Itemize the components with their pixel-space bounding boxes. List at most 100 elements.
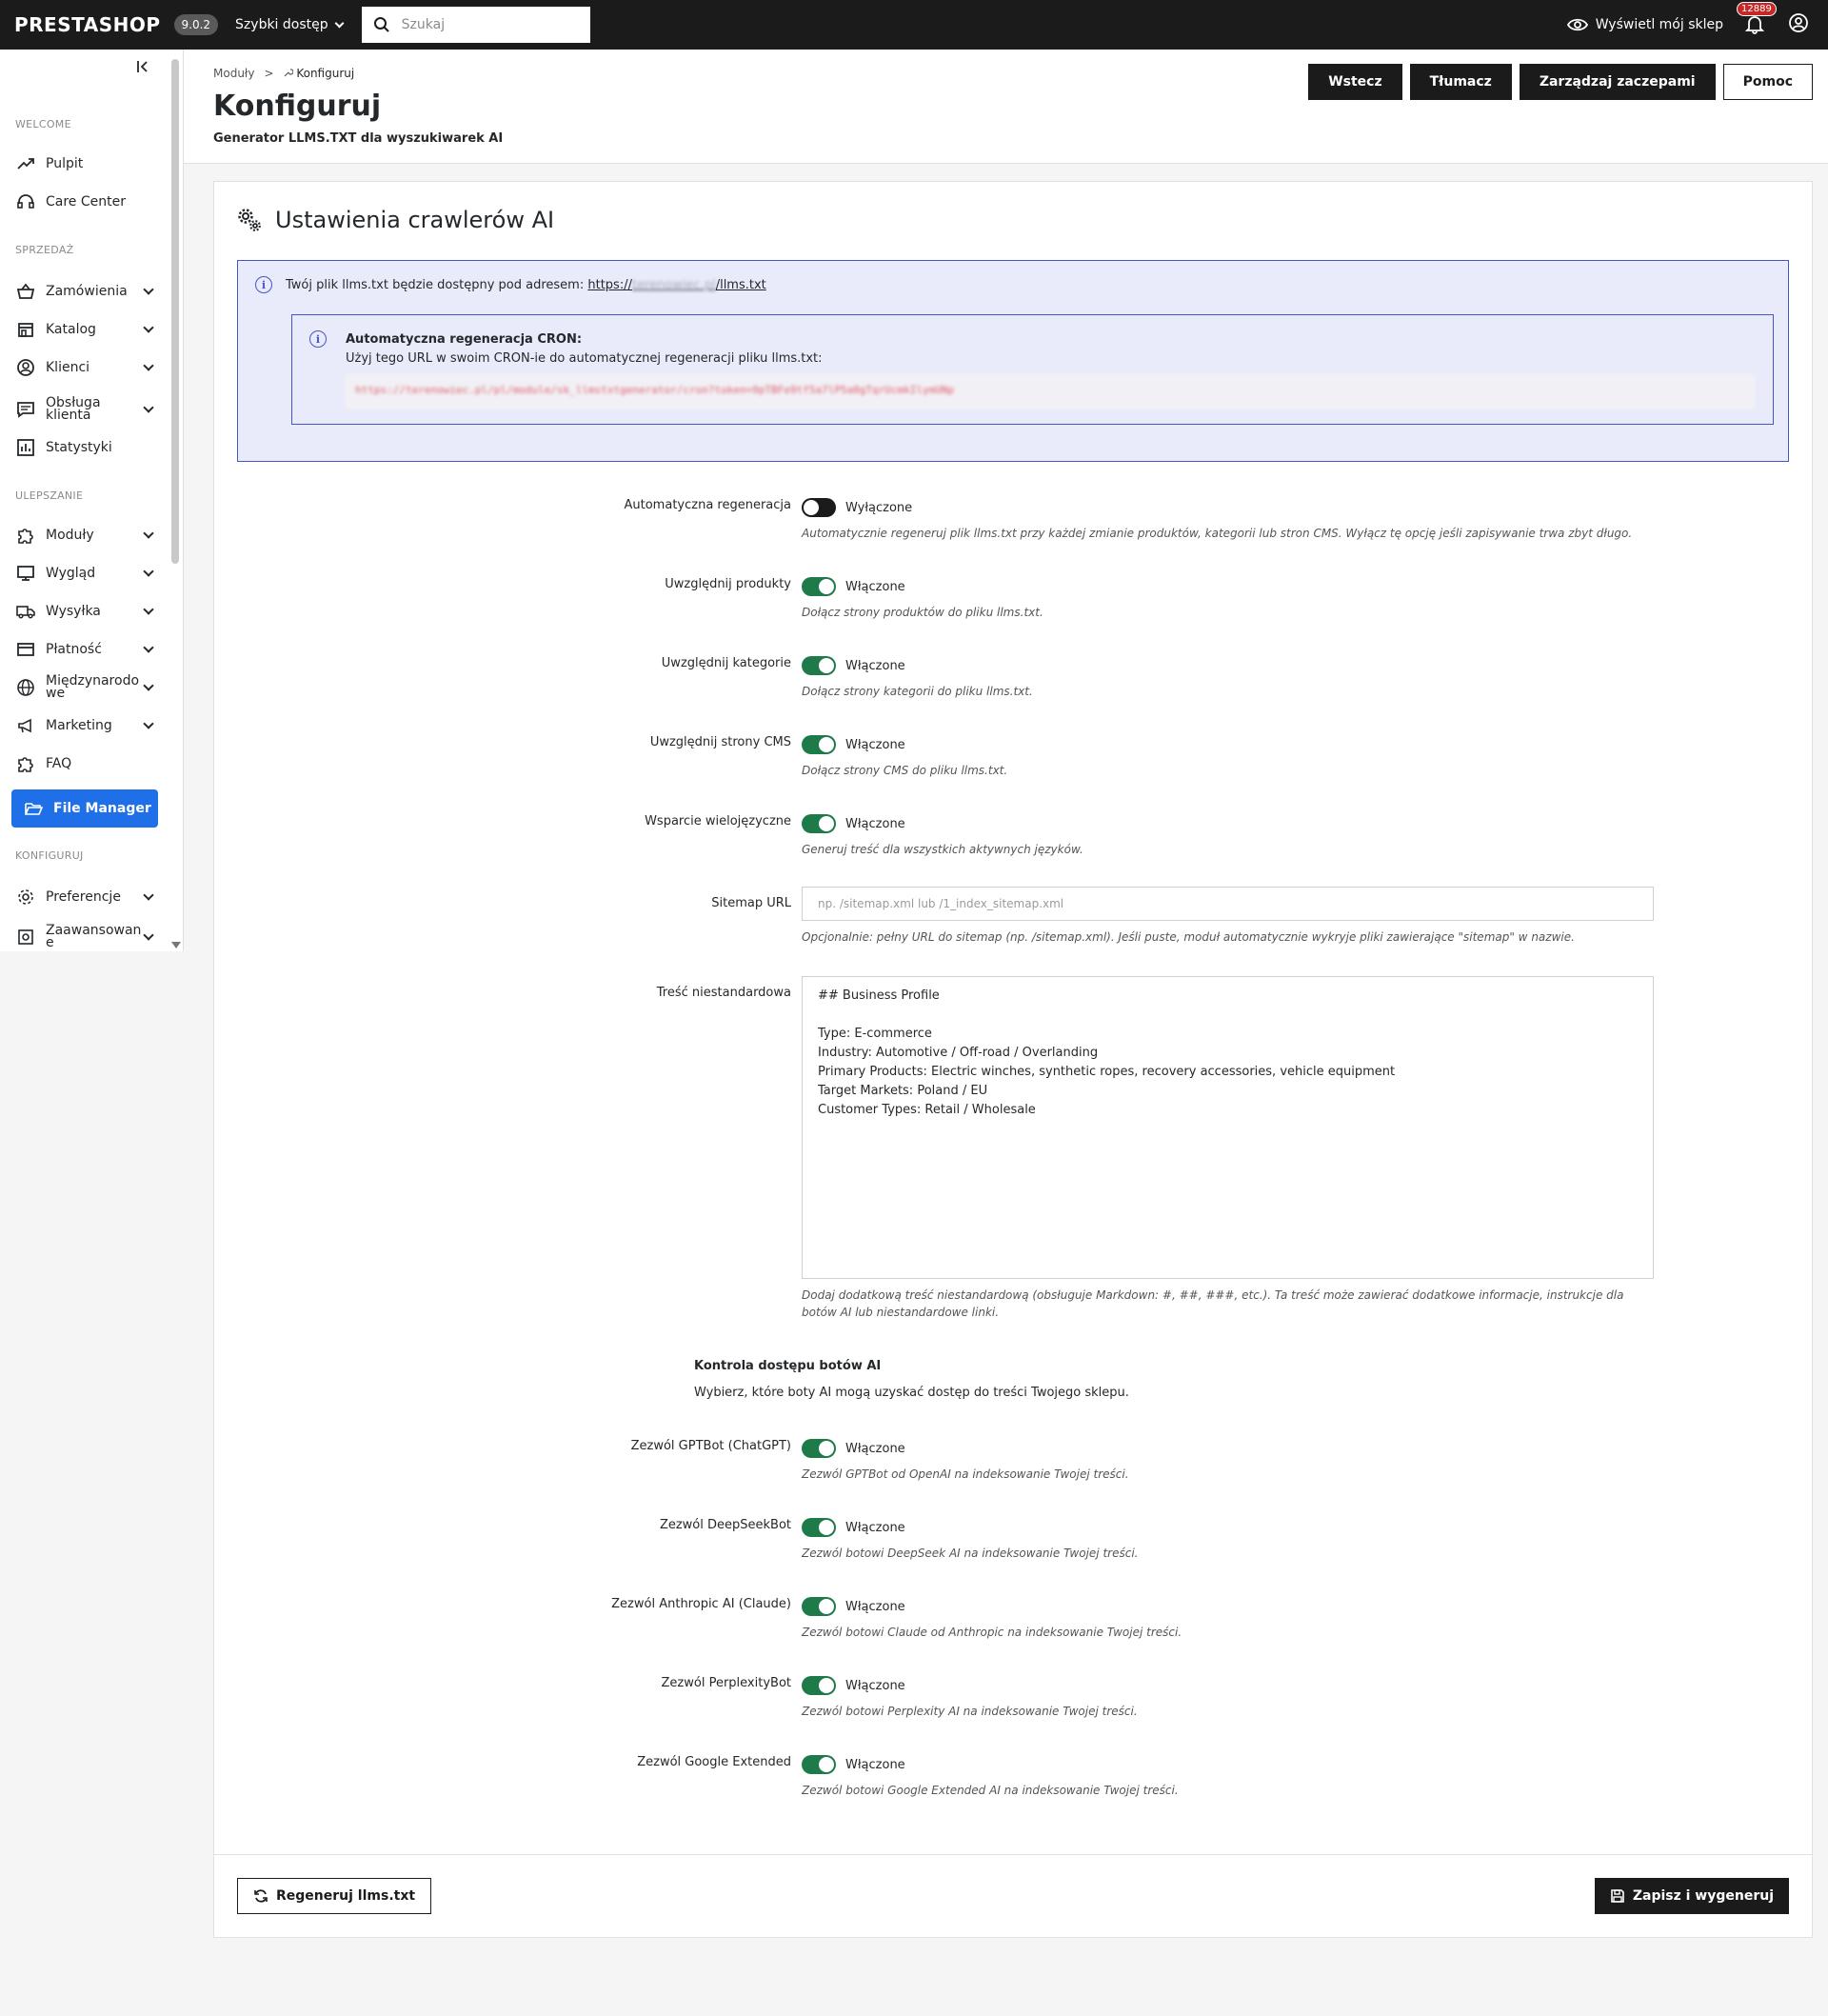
textarea-line: Customer Types: Retail / Wholesale: [818, 1103, 1036, 1117]
include-cms-toggle[interactable]: Włączone: [802, 735, 1639, 754]
folder-open-icon: [23, 798, 44, 819]
regenerate-button[interactable]: Regeneruj llms.txt: [237, 1878, 432, 1914]
field-help: Zezwól botowi Perplexity AI na indeksowa…: [802, 1705, 1138, 1718]
cron-url-code[interactable]: https://terenowiec.pl/pl/module/sk_llmst…: [346, 374, 1755, 409]
toggle-state: Wyłączone: [845, 500, 913, 515]
llms-url-link[interactable]: https://terenowiec.pl/llms.txt: [587, 278, 765, 292]
field-help: Dołącz strony CMS do pliku llms.txt.: [802, 764, 1008, 777]
sidebar-item-care-center[interactable]: Care Center: [0, 187, 169, 217]
switch-on[interactable]: [802, 1518, 836, 1537]
switch-on[interactable]: [802, 577, 836, 596]
switch-on[interactable]: [802, 1439, 836, 1458]
top-bar: PRESTASHOP 9.0.2 Szybki dostęp Szukaj Wy…: [0, 0, 1828, 50]
sidebar-item-label: File Manager: [53, 800, 151, 816]
include-products-toggle[interactable]: Włączone: [802, 577, 1639, 596]
sidebar-item-catalog[interactable]: Katalog: [0, 314, 169, 345]
globe-icon: [15, 677, 36, 698]
scroll-down-arrow[interactable]: [171, 942, 181, 948]
url-prefix: https://: [587, 277, 632, 292]
auto-regen-toggle[interactable]: Wyłączone: [802, 498, 1639, 517]
sidebar-item-customer-service[interactable]: Obsługa klienta: [0, 390, 169, 429]
header-toolbar: Wstecz Tłumacz Zarządzaj zaczepami Pomoc: [1308, 64, 1813, 100]
anthropic-toggle[interactable]: Włączone: [802, 1597, 1639, 1616]
collapse-sidebar-button[interactable]: [135, 59, 150, 74]
url-domain-hidden: terenowiec.pl: [631, 277, 716, 292]
sidebar-item-faq[interactable]: FAQ: [0, 749, 169, 779]
gear-icon: [15, 887, 36, 908]
notifications-button[interactable]: 12889: [1737, 2, 1777, 36]
chevron-down-icon: [143, 642, 154, 653]
search-box[interactable]: Szukaj: [361, 7, 590, 43]
toggle-state: Włączone: [845, 658, 905, 673]
puzzle-icon: [15, 753, 36, 774]
quick-access-dropdown[interactable]: Szybki dostęp: [235, 17, 345, 32]
back-button[interactable]: Wstecz: [1308, 64, 1402, 100]
switch-on[interactable]: [802, 1676, 836, 1695]
sidebar-item-label: Statystyki: [46, 439, 112, 455]
section-sales: SPRZEDAŻ: [15, 244, 74, 256]
textarea-line: ## Business Profile: [818, 988, 940, 1003]
sidebar-item-label: Preferencje: [46, 888, 121, 905]
sidebar-item-label: Wysyłka: [46, 603, 101, 619]
cron-title: Automatyczna regeneracja CRON:: [346, 332, 583, 347]
sidebar-item-file-manager[interactable]: File Manager: [11, 789, 158, 828]
eye-icon: [1566, 18, 1588, 31]
field-label: Zezwól PerplexityBot: [661, 1676, 791, 1690]
switch-on[interactable]: [802, 735, 836, 754]
google-extended-toggle[interactable]: Włączone: [802, 1755, 1639, 1774]
save-generate-button[interactable]: Zapisz i wygeneruj: [1594, 1878, 1789, 1914]
field-help: Dodaj dodatkową treść niestandardową (ob…: [802, 1288, 1624, 1319]
breadcrumb-current: Konfiguruj: [284, 67, 354, 80]
page-header: Moduły > Konfiguruj Konfiguruj Generator…: [184, 50, 1828, 164]
field-label: Zezwól DeepSeekBot: [659, 1518, 791, 1532]
sidebar-item-label: FAQ: [46, 755, 72, 771]
switch-on[interactable]: [802, 1755, 836, 1774]
field-help: Zezwól botowi Google Extended AI na inde…: [802, 1784, 1179, 1797]
switch-on[interactable]: [802, 1597, 836, 1616]
switch-on[interactable]: [802, 656, 836, 675]
perplexity-toggle[interactable]: Włączone: [802, 1676, 1639, 1695]
sidebar-item-orders[interactable]: Zamówienia: [0, 276, 169, 307]
sitemap-url-input[interactable]: np. /sitemap.xml lub /1_index_sitemap.xm…: [802, 887, 1654, 921]
include-categories-toggle[interactable]: Włączone: [802, 656, 1639, 675]
custom-content-textarea[interactable]: ## Business Profile Type: E-commerce Ind…: [802, 976, 1654, 1279]
bar-chart-icon: [15, 437, 36, 458]
sidebar-item-shipping[interactable]: Wysyłka: [0, 596, 169, 627]
switch-off[interactable]: [802, 498, 836, 517]
manage-hooks-button[interactable]: Zarządzaj zaczepami: [1519, 64, 1716, 100]
sidebar-item-payment[interactable]: Płatność: [0, 634, 169, 665]
toggle-state: Włączone: [845, 816, 905, 831]
sidebar-item-preferences[interactable]: Preferencje: [0, 882, 169, 912]
sidebar-item-customers[interactable]: Klienci: [0, 352, 169, 383]
sidebar-item-label: Moduły: [46, 527, 94, 543]
switch-on[interactable]: [802, 814, 836, 833]
view-shop-link[interactable]: Wyświetl mój sklep: [1566, 17, 1723, 32]
search-input[interactable]: Szukaj: [402, 17, 445, 32]
card-footer: Regeneruj llms.txt Zapisz i wygeneruj: [214, 1854, 1812, 1938]
sidebar-item-design[interactable]: Wygląd: [0, 558, 169, 589]
sidebar-scrollbar[interactable]: [171, 53, 181, 948]
translate-button[interactable]: Tłumacz: [1409, 64, 1512, 100]
field-label: Zezwól GPTBot (ChatGPT): [630, 1439, 791, 1453]
multilang-toggle[interactable]: Włączone: [802, 814, 1639, 833]
account-button[interactable]: [1788, 12, 1809, 37]
gptbot-toggle[interactable]: Włączone: [802, 1439, 1639, 1458]
toggle-state: Włączone: [845, 579, 905, 594]
url-suffix: /llms.txt: [715, 277, 766, 292]
deepseek-toggle[interactable]: Włączone: [802, 1518, 1639, 1537]
help-button[interactable]: Pomoc: [1722, 64, 1813, 100]
sidebar-item-stats[interactable]: Statystyki: [0, 432, 169, 463]
breadcrumb-modules[interactable]: Moduły: [213, 67, 254, 80]
sidebar-item-dashboard[interactable]: Pulpit: [0, 149, 169, 179]
prestashop-logo[interactable]: PRESTASHOP: [14, 13, 161, 36]
sidebar-item-modules[interactable]: Moduły: [0, 520, 169, 550]
sidebar-item-advanced[interactable]: Zaawansowane: [0, 918, 169, 956]
sidebar-item-international[interactable]: Międzynarodowe: [0, 669, 169, 707]
chevron-down-icon: [143, 284, 154, 295]
scrollbar-thumb[interactable]: [171, 59, 179, 564]
sidebar-item-marketing[interactable]: Marketing: [0, 710, 169, 741]
toggle-state: Włączone: [845, 1520, 905, 1535]
sidebar-item-label: Zaawansowane: [46, 923, 142, 950]
chevron-down-icon: [143, 360, 154, 371]
refresh-icon: [254, 1889, 268, 1903]
